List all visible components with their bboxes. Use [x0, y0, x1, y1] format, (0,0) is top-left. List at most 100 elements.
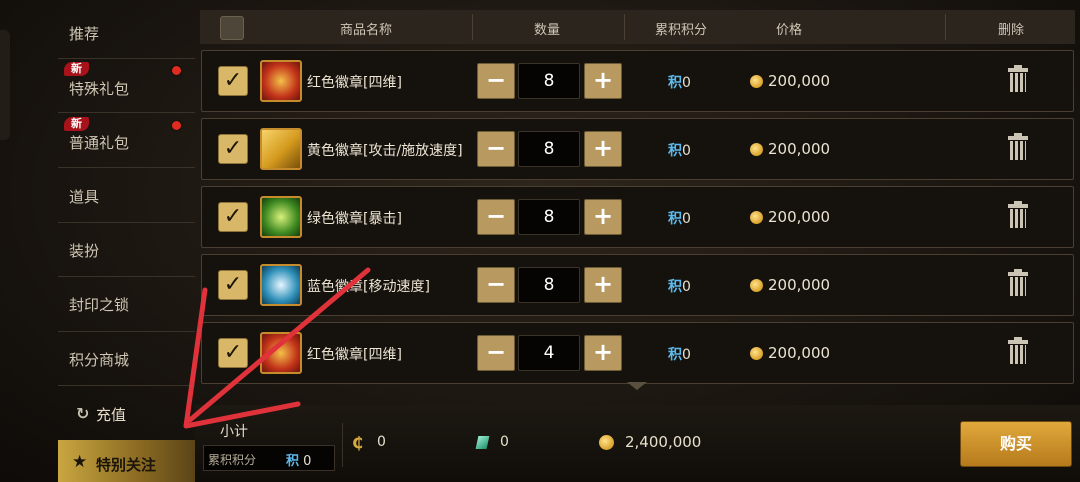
qty-decrease-button[interactable]: −: [477, 267, 515, 303]
chevron-down-icon[interactable]: [627, 382, 647, 390]
qty-input[interactable]: 8: [518, 199, 580, 235]
sidebar-item-label: 道具: [69, 188, 100, 206]
points-icon: 积: [668, 211, 682, 227]
sidebar-item-recharge[interactable]: ↻ 充值: [58, 386, 195, 440]
item-points: 积0: [668, 208, 691, 228]
sidebar-item-special-watch[interactable]: ★ 特别关注: [58, 440, 195, 482]
item-checkbox[interactable]: ✓: [218, 202, 248, 232]
item-price: 200,000: [750, 344, 830, 362]
subtotal-label: 小计: [220, 424, 248, 440]
sidebar-item-label: 推荐: [69, 25, 100, 43]
notification-dot: [172, 66, 181, 75]
price-value: 200,000: [768, 72, 831, 90]
new-badge: 新: [64, 62, 89, 76]
sidebar-item-label: 普通礼包: [69, 134, 130, 152]
item-name: 红色徽章[四维]: [307, 347, 402, 363]
price-value: 200,000: [768, 208, 831, 226]
sidebar-item-avatar[interactable]: 装扮: [58, 222, 195, 277]
sidebar-item-label: 封印之锁: [69, 296, 130, 314]
points-value: 0: [682, 347, 691, 363]
item-price: 200,000: [750, 140, 830, 158]
qty-input[interactable]: 8: [518, 131, 580, 167]
item-price: 200,000: [750, 208, 830, 226]
divider: [472, 14, 473, 40]
sidebar-item-seal-lock[interactable]: 封印之锁: [58, 277, 195, 332]
item-points: 积0: [668, 72, 691, 92]
notification-dot: [172, 121, 181, 130]
gold-coin-icon: [599, 435, 614, 450]
item-points: 积0: [668, 344, 691, 364]
points-value: 0: [682, 279, 691, 295]
qty-increase-button[interactable]: +: [584, 63, 622, 99]
column-header-delete: 删除: [998, 23, 1025, 38]
divider: [624, 14, 625, 40]
sidebar-item-label: 积分商城: [69, 351, 130, 369]
qty-increase-button[interactable]: +: [584, 199, 622, 235]
cart-table-header: 商品名称 数量 累积积分 价格 删除: [200, 10, 1075, 44]
price-value: 200,000: [768, 140, 831, 158]
buy-button[interactable]: 购买: [960, 421, 1072, 467]
sidebar-item-label: 特殊礼包: [69, 80, 130, 98]
cart-row: ✓ 红色徽章[四维] − 8 + 积0 200,000: [201, 50, 1074, 112]
points-icon: 积: [286, 454, 300, 469]
qty-decrease-button[interactable]: −: [477, 199, 515, 235]
sidebar-item-points-shop[interactable]: 积分商城: [58, 331, 195, 386]
trash-icon[interactable]: [1008, 269, 1028, 296]
qty-decrease-button[interactable]: −: [477, 131, 515, 167]
coupon-icon: ₵: [352, 433, 364, 452]
qty-input[interactable]: 8: [518, 267, 580, 303]
divider: [342, 423, 343, 467]
column-header-points: 累积积分: [655, 23, 708, 38]
column-header-qty: 数量: [534, 23, 561, 38]
sidebar-item-special-pack[interactable]: 新 特殊礼包: [58, 58, 195, 113]
green-badge-icon: [260, 196, 302, 238]
sidebar-item-recommended[interactable]: 推荐: [58, 4, 195, 59]
sidebar-item-label: 特别关注: [96, 456, 157, 474]
total-points-value: 积 0: [286, 450, 311, 469]
sidebar-item-items[interactable]: 道具: [58, 168, 195, 223]
column-header-price: 价格: [776, 23, 803, 38]
qty-input[interactable]: 8: [518, 63, 580, 99]
blue-badge-icon: [260, 264, 302, 306]
item-points: 积0: [668, 140, 691, 160]
qty-increase-button[interactable]: +: [584, 335, 622, 371]
item-checkbox[interactable]: ✓: [218, 66, 248, 96]
red-badge-icon: [260, 60, 302, 102]
item-checkbox[interactable]: ✓: [218, 270, 248, 300]
qty-input[interactable]: 4: [518, 335, 580, 371]
qty-decrease-button[interactable]: −: [477, 335, 515, 371]
cart-row: ✓ 黄色徽章[攻击/施放速度] − 8 + 积0 200,000: [201, 118, 1074, 180]
cart-footer: 小计 累积积分 积 0 ₵ 0 0 2,400,000 购买: [195, 405, 1080, 482]
trash-icon[interactable]: [1008, 65, 1028, 92]
item-checkbox[interactable]: ✓: [218, 338, 248, 368]
select-all-checkbox[interactable]: [220, 16, 244, 40]
category-sidebar: 推荐 新 特殊礼包 新 普通礼包 道具 装扮 封印之锁 积分商城 ↻ 充值 ★ …: [0, 0, 195, 482]
item-price: 200,000: [750, 72, 830, 90]
sidebar-item-label: 装扮: [69, 242, 100, 260]
total-points-box: 累积积分 积 0: [203, 445, 335, 471]
trash-icon[interactable]: [1008, 133, 1028, 160]
points-icon: 积: [668, 279, 682, 295]
item-checkbox[interactable]: ✓: [218, 134, 248, 164]
points-icon: 积: [668, 143, 682, 159]
gold-coin-icon: [750, 279, 763, 292]
qty-increase-button[interactable]: +: [584, 267, 622, 303]
cart-row: ✓ 绿色徽章[暴击] − 8 + 积0 200,000: [201, 186, 1074, 248]
new-badge: 新: [64, 117, 89, 131]
divider: [945, 14, 946, 40]
cart-row: ✓ 红色徽章[四维] − 4 + 积0 200,000: [201, 322, 1074, 384]
gem-icon: [475, 436, 490, 449]
item-price: 200,000: [750, 276, 830, 294]
red-badge-icon: [260, 332, 302, 374]
sidebar-item-normal-pack[interactable]: 新 普通礼包: [58, 113, 195, 168]
gold-coin-icon: [750, 211, 763, 224]
trash-icon[interactable]: [1008, 201, 1028, 228]
points-icon: 积: [668, 75, 682, 91]
qty-increase-button[interactable]: +: [584, 131, 622, 167]
trash-icon[interactable]: [1008, 337, 1028, 364]
qty-decrease-button[interactable]: −: [477, 63, 515, 99]
gold-coin-icon: [750, 143, 763, 156]
column-header-name: 商品名称: [340, 23, 393, 38]
item-name: 黄色徽章[攻击/施放速度]: [307, 143, 463, 159]
item-points: 积0: [668, 276, 691, 296]
